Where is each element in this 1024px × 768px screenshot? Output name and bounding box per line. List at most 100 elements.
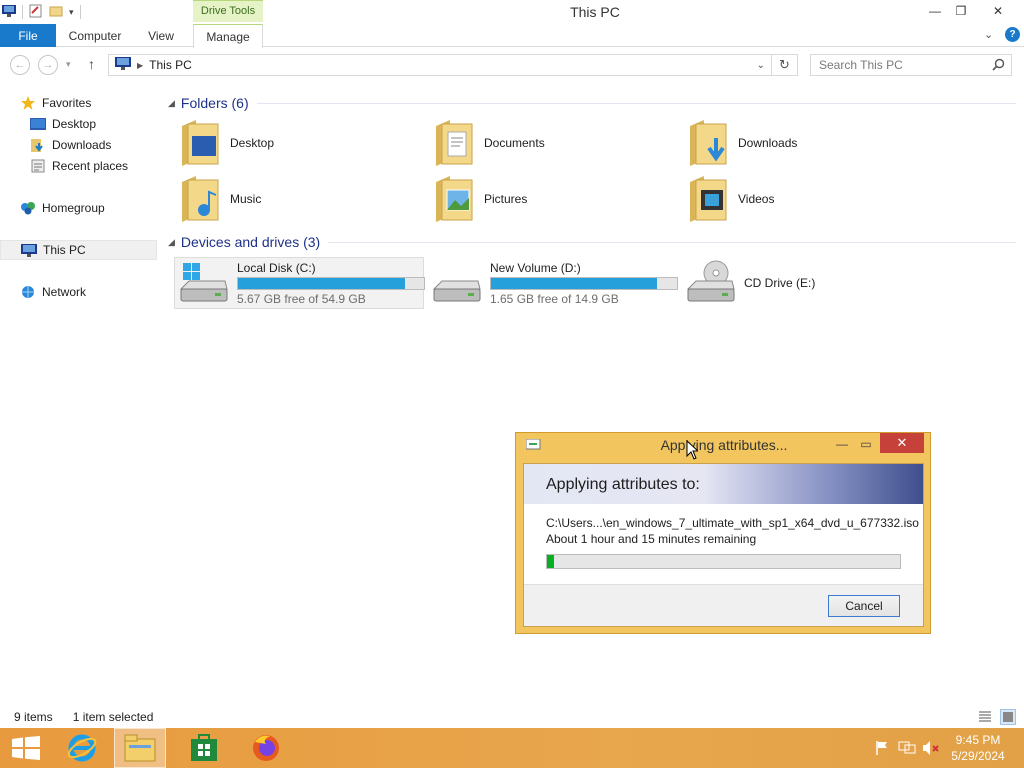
internet-explorer-icon <box>67 734 97 762</box>
breadcrumb-this-pc[interactable]: This PC <box>149 58 192 72</box>
dialog-close-button[interactable]: ✕ <box>880 433 924 453</box>
nav-network[interactable]: Network <box>20 282 86 302</box>
dialog-minimize-button[interactable]: — <box>832 435 852 453</box>
drive-usage-fill <box>491 277 657 289</box>
homegroup-icon <box>20 201 36 215</box>
drive-name: Local Disk (C:) <box>237 260 316 275</box>
folders-group-header[interactable]: ◢ Folders (6) <box>168 93 1016 113</box>
taskbar-firefox[interactable] <box>240 728 292 768</box>
folder-pictures[interactable]: Pictures <box>432 172 672 226</box>
progress-bar <box>546 554 901 569</box>
drive-d[interactable]: New Volume (D:) 1.65 GB free of 14.9 GB <box>428 257 678 309</box>
clock-time: 9:45 PM <box>955 733 1001 747</box>
help-icon[interactable]: ? <box>1005 27 1020 42</box>
tab-file[interactable]: File <box>0 24 56 47</box>
refresh-button[interactable]: ↻ <box>772 54 798 76</box>
desktop-icon <box>30 117 46 131</box>
dialog-maximize-button[interactable]: ▭ <box>856 435 876 453</box>
status-bar: 9 items 1 item selected <box>0 706 1024 728</box>
dialog-footer: Cancel <box>524 584 923 626</box>
drive-e[interactable]: CD Drive (E:) <box>682 257 932 309</box>
restore-button[interactable]: ❐ <box>946 0 976 22</box>
address-bar[interactable]: ▶ This PC ⌄ <box>108 54 772 76</box>
drive-usage-fill <box>238 277 406 289</box>
back-button[interactable]: ← <box>10 55 30 75</box>
nav-homegroup[interactable]: Homegroup <box>20 198 105 218</box>
nav-favorites[interactable]: Favorites <box>20 93 91 113</box>
folder-videos[interactable]: Videos <box>686 172 926 226</box>
nav-downloads[interactable]: Downloads <box>30 135 111 155</box>
ribbon-tabs: File Computer View Manage ⌄ ? <box>0 24 1024 48</box>
forward-button[interactable]: → <box>38 55 58 75</box>
dialog-time-remaining: About 1 hour and 15 minutes remaining <box>546 532 757 546</box>
hard-drive-icon <box>432 259 482 308</box>
action-center-flag-icon[interactable] <box>874 740 890 759</box>
drive-usage-bar <box>237 276 425 290</box>
search-icon[interactable] <box>992 58 1005 74</box>
folder-pictures-icon <box>432 172 478 227</box>
nav-this-pc[interactable]: This PC <box>0 240 157 260</box>
drive-free-space: 5.67 GB free of 54.9 GB <box>237 291 366 306</box>
tab-manage[interactable]: Manage <box>193 24 263 48</box>
expand-ribbon-icon[interactable]: ⌄ <box>984 28 993 41</box>
folder-downloads-icon <box>686 116 732 171</box>
taskbar-internet-explorer[interactable] <box>56 728 108 768</box>
taskbar-file-explorer[interactable] <box>114 728 166 768</box>
this-pc-icon <box>115 57 131 73</box>
navigation-bar: ← → ▾ ↑ ▶ This PC ⌄ ↻ Search This PC <box>0 48 1024 82</box>
collapse-triangle-icon[interactable]: ◢ <box>168 237 175 248</box>
firefox-icon <box>253 735 279 761</box>
drive-usage-bar <box>490 276 678 290</box>
nav-desktop[interactable]: Desktop <box>30 114 96 134</box>
search-placeholder: Search This PC <box>819 58 903 72</box>
progress-fill <box>547 555 555 568</box>
drive-info: New Volume (D:) 1.65 GB free of 14.9 GB <box>490 261 678 306</box>
applying-attributes-dialog: Applying attributes... — ▭ ✕ Applying at… <box>515 432 931 634</box>
nav-recent-places[interactable]: Recent places <box>30 156 128 176</box>
address-dropdown-icon[interactable]: ⌄ <box>757 60 765 71</box>
drive-c[interactable]: Local Disk (C:) 5.67 GB free of 54.9 GB <box>174 257 425 309</box>
drive-name: CD Drive (E:) <box>744 276 816 290</box>
navigation-pane: Favorites Desktop Downloads Recent place… <box>0 86 160 706</box>
taskbar-clock[interactable]: 9:45 PM 5/29/2024 <box>948 732 1008 764</box>
devices-group-header[interactable]: ◢ Devices and drives (3) <box>168 232 1016 252</box>
cd-drive-icon <box>686 259 736 308</box>
folder-documents-icon <box>432 116 478 171</box>
drive-info: CD Drive (E:) <box>744 276 815 290</box>
cancel-button[interactable]: Cancel <box>828 595 900 617</box>
store-icon <box>191 734 217 761</box>
folder-label: Videos <box>738 192 775 206</box>
details-view-icon[interactable] <box>978 710 992 727</box>
folder-documents[interactable]: Documents <box>432 116 672 170</box>
large-icons-view-icon[interactable] <box>1000 709 1016 725</box>
status-selection: 1 item selected <box>72 710 154 724</box>
tab-computer[interactable]: Computer <box>60 24 130 47</box>
folder-label: Documents <box>484 136 545 150</box>
tab-view[interactable]: View <box>136 24 186 47</box>
drive-info: Local Disk (C:) 5.67 GB free of 54.9 GB <box>237 261 425 306</box>
up-button[interactable]: ↑ <box>88 56 95 72</box>
this-pc-icon <box>21 243 37 257</box>
folder-music[interactable]: Music <box>178 172 418 226</box>
windows-logo-icon <box>12 736 40 760</box>
clock-date: 5/29/2024 <box>951 749 1005 763</box>
group-divider <box>328 241 1016 243</box>
volume-muted-icon[interactable] <box>922 740 940 759</box>
breadcrumb-separator-icon[interactable]: ▶ <box>137 61 143 70</box>
folder-label: Pictures <box>484 192 528 206</box>
drive-name: New Volume (D:) <box>490 260 581 275</box>
close-button[interactable]: ✕ <box>980 0 1016 22</box>
search-input[interactable]: Search This PC <box>810 54 1012 76</box>
start-button[interactable] <box>0 728 52 768</box>
dialog-file-path: C:\Users...\en_windows_7_ultimate_with_s… <box>546 516 919 530</box>
network-icon <box>20 285 36 299</box>
folder-downloads[interactable]: Downloads <box>686 116 926 170</box>
mouse-cursor-icon <box>686 439 700 463</box>
downloads-icon <box>30 138 46 152</box>
dialog-body: Applying attributes to: C:\Users...\en_w… <box>523 463 924 627</box>
recent-locations-icon[interactable]: ▾ <box>66 59 71 70</box>
folder-desktop[interactable]: Desktop <box>178 116 418 170</box>
collapse-triangle-icon[interactable]: ◢ <box>168 98 175 109</box>
taskbar-store[interactable] <box>178 728 230 768</box>
network-tray-icon[interactable] <box>898 740 916 759</box>
